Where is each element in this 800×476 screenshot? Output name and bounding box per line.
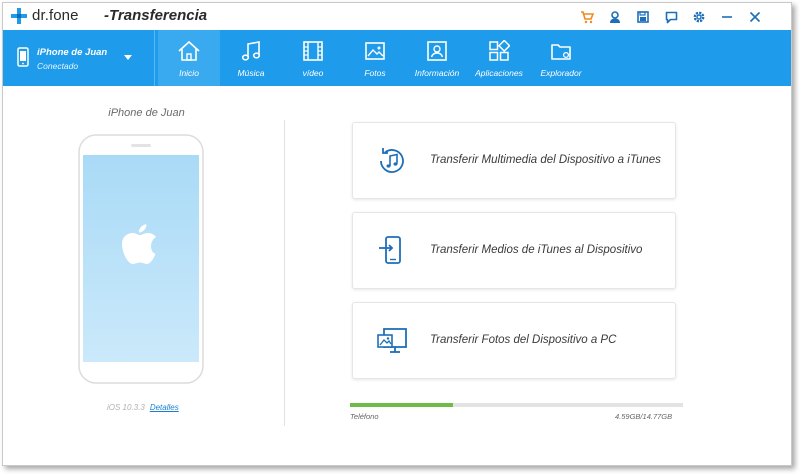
storage-bar-fill — [350, 403, 454, 407]
phone-icon — [17, 47, 29, 67]
storage-value: 4.59GB/14.77GB — [615, 412, 673, 421]
minimize-icon[interactable] — [713, 7, 741, 27]
tab-fotos[interactable]: Fotos — [344, 30, 406, 86]
tab-musica[interactable]: Música — [220, 30, 282, 86]
tab-label: vídeo — [302, 68, 324, 78]
toolbar-divider — [154, 30, 155, 86]
storage-label: Teléfono — [350, 412, 379, 421]
card-label: Transferir Medios de iTunes al Dispositi… — [430, 244, 643, 256]
tab-aplicaciones[interactable]: Aplicaciones — [468, 30, 530, 86]
title-bar-controls — [573, 7, 769, 27]
cart-icon[interactable] — [573, 7, 601, 27]
card-label: Transferir Multimedia del Dispositivo a … — [430, 154, 661, 166]
tab-video[interactable]: vídeo — [282, 30, 344, 86]
card-transfer-photos-to-pc[interactable]: Transferir Fotos del Dispositivo a PC — [352, 302, 676, 379]
drfone-logo-icon — [11, 8, 27, 24]
title-bar: dr.fone -Transferencia — [3, 3, 791, 30]
chevron-down-icon[interactable] — [124, 55, 132, 60]
device-transfer-icon — [379, 236, 401, 264]
app-window: dr.fone -Transferencia iPhone de Juan Co… — [2, 2, 792, 466]
tab-bar: Inicio Música vídeo Fotos Información Ap… — [158, 30, 592, 86]
app-subtitle: -Transferencia — [104, 7, 208, 24]
tab-label: Información — [414, 68, 460, 78]
card-transfer-media-to-itunes[interactable]: Transferir Multimedia del Dispositivo a … — [352, 122, 676, 199]
tab-label: Aplicaciones — [475, 68, 523, 78]
ios-info: iOS 10.3.3 Detalles — [107, 403, 179, 412]
settings-icon[interactable] — [685, 7, 713, 27]
contact-icon — [426, 38, 448, 64]
save-icon[interactable] — [629, 7, 657, 27]
music-icon — [240, 38, 262, 64]
details-link[interactable]: Detalles — [150, 403, 179, 412]
itunes-sync-icon — [380, 148, 404, 173]
photo-icon — [364, 38, 386, 64]
app-name: dr.fone — [32, 7, 79, 24]
device-title: iPhone de Juan — [108, 107, 185, 119]
folder-icon — [550, 38, 572, 64]
close-icon[interactable] — [741, 7, 769, 27]
tab-inicio[interactable]: Inicio — [158, 30, 220, 86]
home-icon — [177, 38, 201, 64]
video-icon — [302, 38, 324, 64]
device-status: Conectado — [37, 61, 79, 71]
feedback-icon[interactable] — [657, 7, 685, 27]
tab-informacion[interactable]: Información — [406, 30, 468, 86]
ios-version: iOS 10.3.3 — [107, 403, 145, 412]
apps-icon — [488, 38, 510, 64]
storage-bar — [350, 403, 683, 407]
tab-label: Fotos — [364, 68, 386, 78]
device-name: iPhone de Juan — [37, 47, 108, 58]
card-label: Transferir Fotos del Dispositivo a PC — [430, 334, 617, 346]
tab-label: Música — [237, 68, 265, 78]
tab-label: Inicio — [179, 68, 199, 78]
iphone-illustration — [78, 134, 204, 384]
card-transfer-itunes-to-device[interactable]: Transferir Medios de iTunes al Dispositi… — [352, 212, 676, 289]
tab-explorador[interactable]: Explorador — [530, 30, 592, 86]
photo-to-pc-icon — [377, 328, 407, 353]
user-icon[interactable] — [601, 7, 629, 27]
tab-label: Explorador — [540, 68, 582, 78]
pane-divider — [284, 120, 285, 426]
device-selector[interactable]: iPhone de Juan Conectado — [3, 30, 155, 86]
main-toolbar: iPhone de Juan Conectado Inicio Música v… — [3, 30, 791, 86]
